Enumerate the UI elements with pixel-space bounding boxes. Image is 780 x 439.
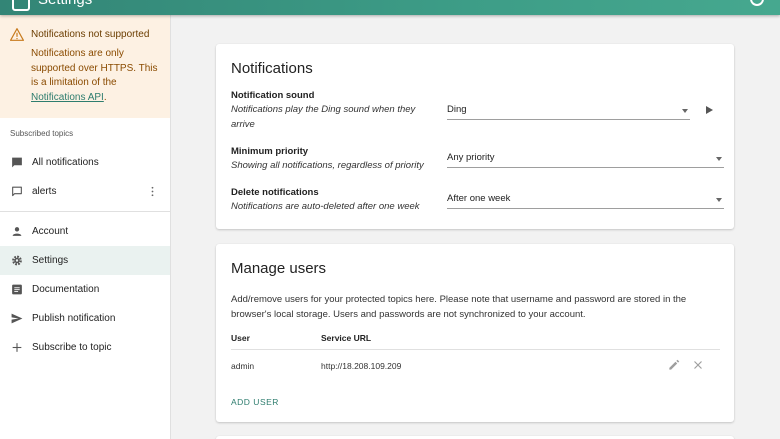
- delete-notifications-label: Delete notifications: [231, 187, 319, 198]
- notifications-title: Notifications: [231, 60, 313, 77]
- warning-text: Notifications are only supported over HT…: [31, 47, 163, 105]
- topic-label: alerts: [32, 186, 57, 197]
- column-header-user: User: [231, 333, 250, 343]
- notifications-api-link[interactable]: Notifications API: [31, 92, 104, 103]
- sidebar-item-label: Subscribe to topic: [32, 342, 112, 353]
- menu-icon[interactable]: [12, 0, 30, 11]
- warning-icon: [10, 28, 24, 41]
- notification-sound-select[interactable]: Ding: [447, 102, 690, 120]
- notifications-warning: Notifications not supported Notification…: [0, 15, 170, 118]
- person-icon: [12, 227, 22, 236]
- sidebar-item-account[interactable]: Account: [0, 217, 170, 246]
- minimum-priority-desc: Showing all notifications, regardless of…: [231, 160, 424, 171]
- topic-label: All notifications: [32, 157, 99, 168]
- warning-period: .: [103, 91, 107, 103]
- more-vert-icon[interactable]: [151, 186, 154, 197]
- sidebar-divider: [0, 211, 170, 212]
- plus-icon: [12, 343, 22, 352]
- sidebar-item-publish[interactable]: Publish notification: [0, 304, 170, 333]
- delete-notifications-desc: Notifications are auto-deleted after one…: [231, 201, 420, 212]
- sidebar-item-documentation[interactable]: Documentation: [0, 275, 170, 304]
- manage-users-card: Manage users Add/remove users for your p…: [216, 244, 734, 422]
- sidebar-item-label: Account: [32, 226, 69, 237]
- gear-icon: [12, 255, 22, 266]
- notification-sound-label: Notification sound: [231, 90, 315, 101]
- user-cell: admin: [231, 361, 255, 371]
- minimum-priority-select[interactable]: Any priority: [447, 150, 724, 168]
- warning-body: Notifications are only supported over HT…: [31, 48, 158, 88]
- column-header-service-url: Service URL: [321, 333, 372, 343]
- play-sound-icon[interactable]: [706, 106, 713, 114]
- dropdown-caret-icon: [716, 198, 722, 202]
- close-icon[interactable]: [691, 358, 705, 372]
- chat-icon: [12, 157, 22, 168]
- topic-all-notifications[interactable]: All notifications: [0, 148, 170, 177]
- article-icon: [12, 284, 22, 295]
- notifications-card: Notifications Notification sound Notific…: [216, 44, 734, 229]
- table-divider: [231, 349, 720, 350]
- sidebar-item-label: Settings: [32, 255, 69, 266]
- sidebar-item-label: Documentation: [32, 284, 100, 295]
- select-value: After one week: [447, 193, 511, 204]
- select-value: Ding: [447, 104, 467, 115]
- app-title: Settings: [38, 0, 92, 8]
- minimum-priority-label: Minimum priority: [231, 146, 309, 157]
- account-circle-icon[interactable]: [750, 0, 764, 6]
- warning-title: Notifications not supported: [31, 29, 150, 40]
- sidebar: Notifications not supported Notification…: [0, 15, 171, 439]
- subscribed-topics-label: Subscribed topics: [10, 129, 74, 138]
- manage-users-text: Add/remove users for your protected topi…: [231, 294, 687, 320]
- chat-outline-icon: [12, 186, 22, 197]
- dropdown-caret-icon: [716, 157, 722, 161]
- add-user-button[interactable]: ADD USER: [231, 397, 279, 407]
- notification-sound-desc: Notifications play the Ding sound when t…: [231, 104, 416, 130]
- service-url-cell: http://18.208.109.209: [321, 361, 402, 371]
- topic-alerts[interactable]: alerts: [0, 177, 170, 206]
- select-value: Any priority: [447, 152, 495, 163]
- sidebar-item-subscribe[interactable]: Subscribe to topic: [0, 333, 170, 362]
- edit-icon[interactable]: [667, 358, 681, 372]
- delete-notifications-select[interactable]: After one week: [447, 191, 724, 209]
- app-bar: Settings: [0, 0, 780, 15]
- send-icon: [11, 313, 23, 324]
- dropdown-caret-icon: [682, 109, 688, 113]
- manage-users-title: Manage users: [231, 260, 327, 277]
- sidebar-item-settings[interactable]: Settings: [0, 246, 170, 275]
- sidebar-item-label: Publish notification: [32, 313, 116, 324]
